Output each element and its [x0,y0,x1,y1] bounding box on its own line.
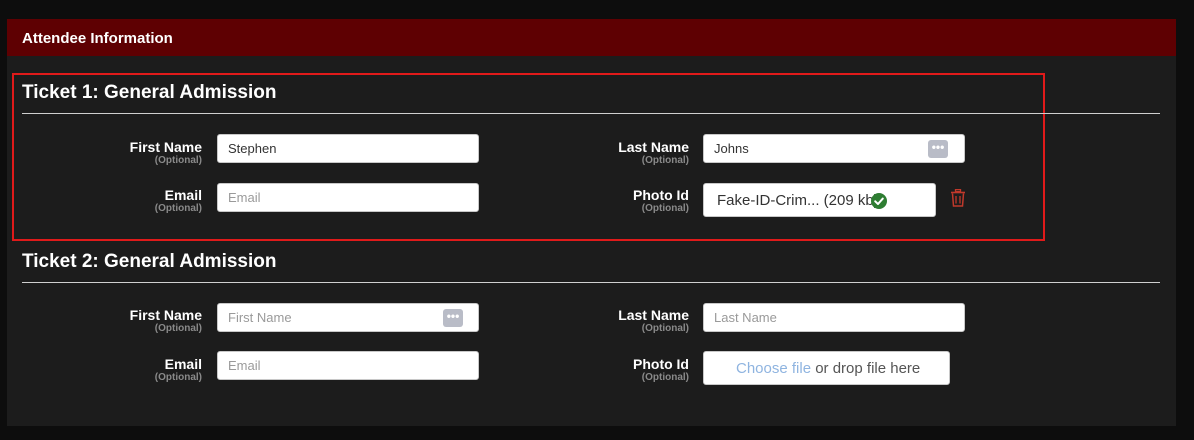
ticket-2-email-label: Email (Optional) [154,356,202,383]
ticket-2-photo-id-label: Photo Id (Optional) [633,356,689,383]
panel-title: Attendee Information [22,30,173,47]
ticket-2-photo-id-dropzone[interactable]: Choose file or drop file here [703,351,950,385]
ticket-2-divider [22,282,1160,283]
ticket-1-email-label: Email (Optional) [154,187,202,214]
uploaded-file-name: Fake-ID-Crim... (209 kb) [717,192,879,209]
ticket-1-first-name-label: First Name (Optional) [129,139,202,166]
ticket-1-title: Ticket 1: General Admission [22,82,277,103]
check-circle-icon [871,193,887,209]
ticket-1-email-input[interactable] [217,183,479,212]
ticket-1-photo-id-file[interactable]: Fake-ID-Crim... (209 kb) [703,183,936,217]
ticket-2-first-name-label: First Name (Optional) [129,307,202,334]
more-dots-icon[interactable]: ••• [928,140,948,158]
panel-header: Attendee Information [7,19,1176,56]
ticket-2-first-name-input[interactable] [217,303,479,332]
ticket-1-divider [22,113,1160,114]
ticket-1-last-name-input[interactable] [703,134,965,163]
ticket-1-photo-id-label: Photo Id (Optional) [633,187,689,214]
ticket-2-title: Ticket 2: General Admission [22,251,277,272]
ticket-1-first-name-input[interactable] [217,134,479,163]
more-dots-icon[interactable]: ••• [443,309,463,327]
ticket-1-last-name-label: Last Name (Optional) [618,139,689,166]
drop-file-hint: or drop file here [811,360,921,377]
trash-icon[interactable] [950,188,966,212]
ticket-2-email-input[interactable] [217,351,479,380]
ticket-2-last-name-label: Last Name (Optional) [618,307,689,334]
ticket-2-last-name-input[interactable] [703,303,965,332]
choose-file-link[interactable]: Choose file [736,360,811,377]
